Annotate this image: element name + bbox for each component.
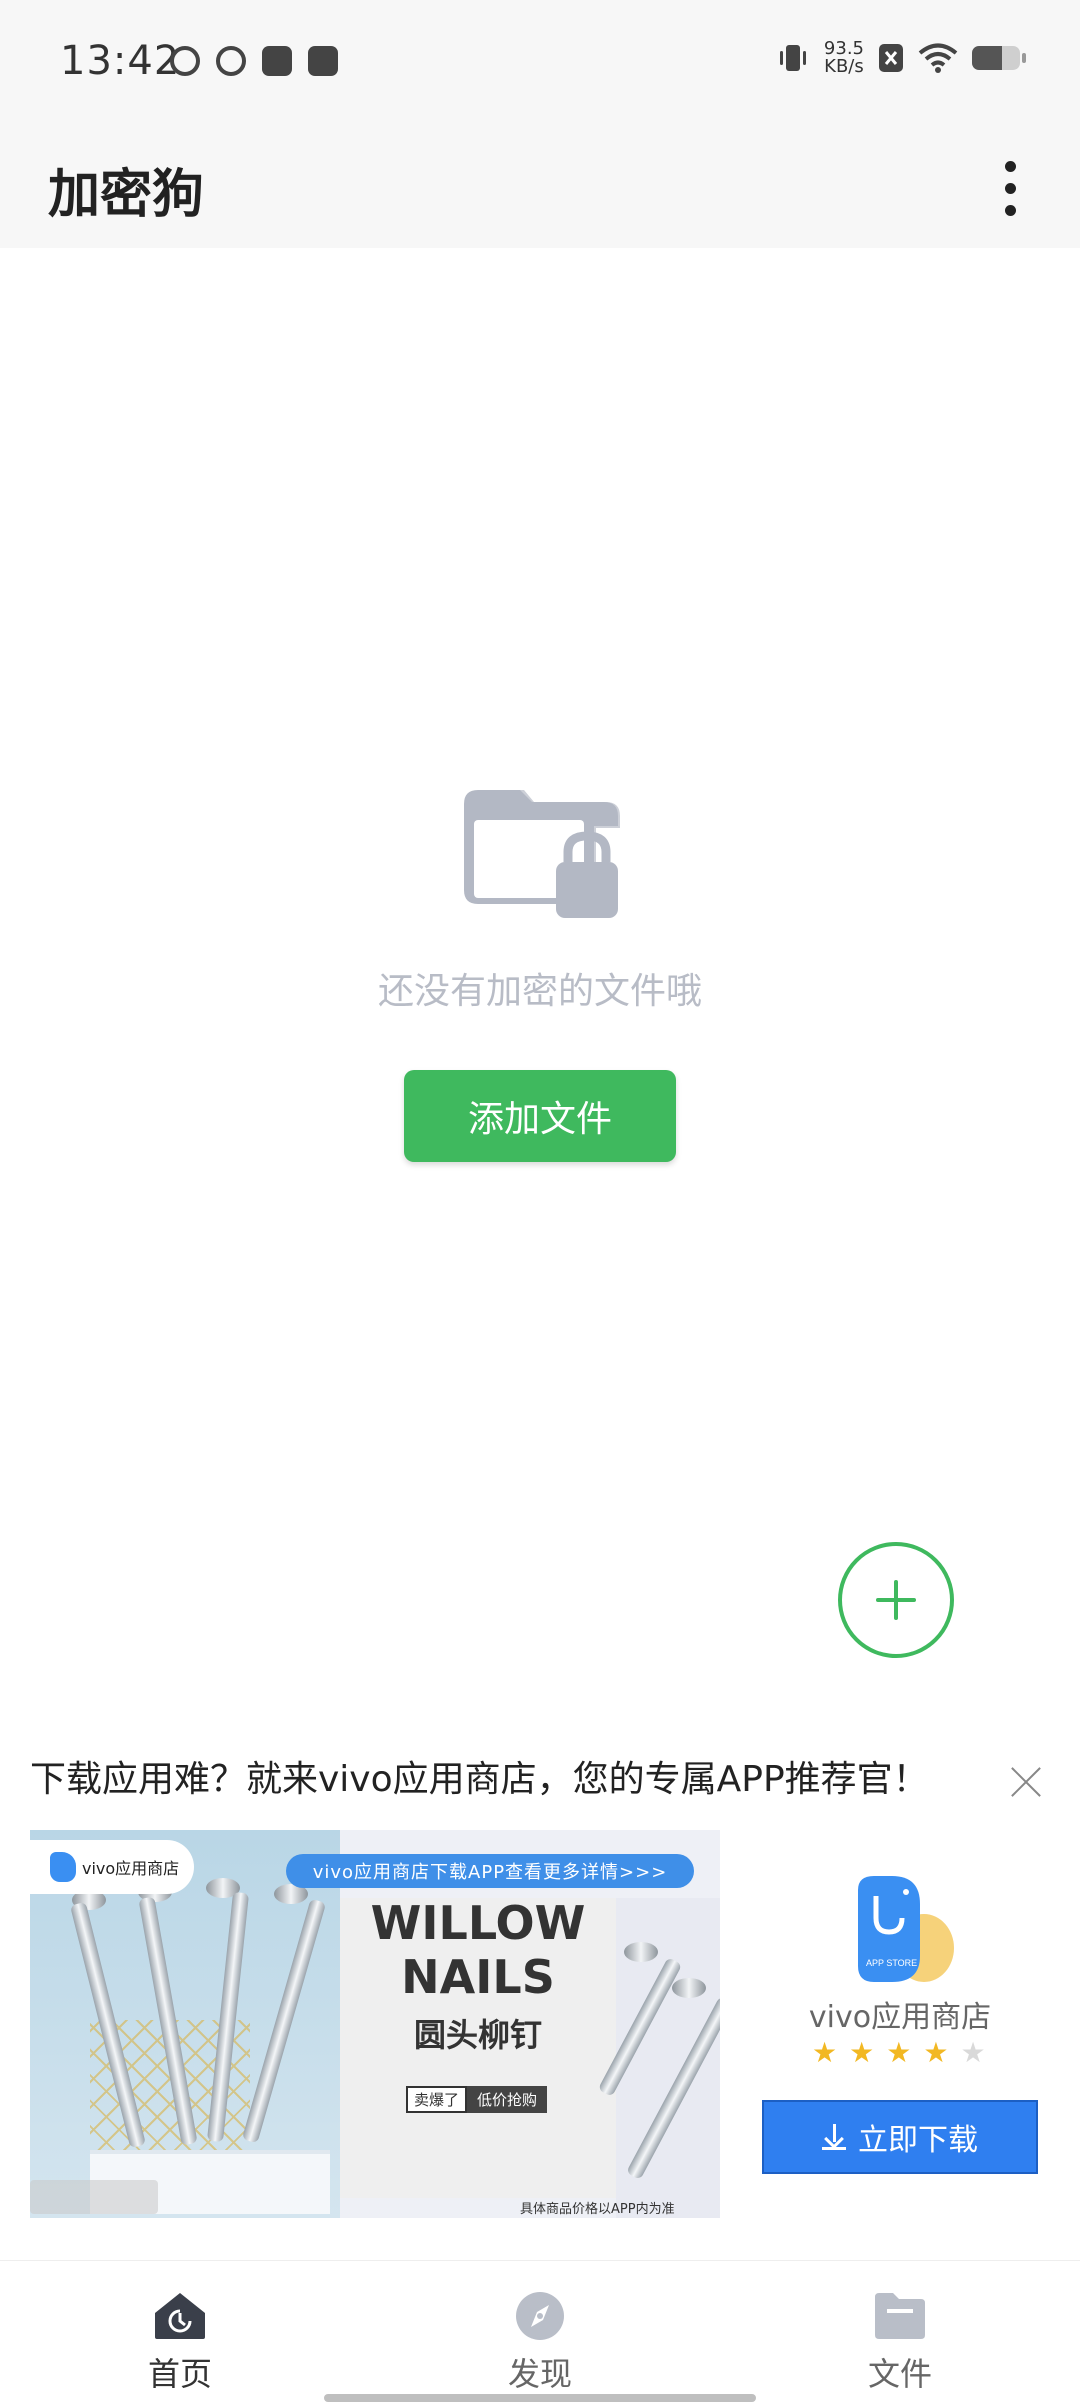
more-dot bbox=[1004, 204, 1016, 216]
more-vertical-icon[interactable] bbox=[980, 150, 1040, 226]
folder-icon bbox=[875, 2293, 925, 2339]
ad-title: 下载应用难？就来vivo应用商店，您的专属APP推荐官！ bbox=[30, 1759, 929, 1800]
network-speed: 93.5 KB/s bbox=[824, 40, 864, 76]
app-bar: 加密狗 bbox=[0, 128, 1080, 248]
app-icon-caption: APP STORE bbox=[866, 1958, 917, 1968]
star-icon: ★ bbox=[812, 2036, 838, 2069]
notification-icons bbox=[170, 46, 338, 76]
banner-right-panel bbox=[597, 1898, 720, 2218]
star-icon: ★ bbox=[849, 2036, 875, 2069]
banner-promo-pill: vivo应用商店下载APP查看更多详情>>> bbox=[286, 1854, 694, 1888]
star-icon: ★ bbox=[923, 2036, 949, 2069]
no-sim-icon bbox=[879, 44, 903, 72]
nav-item-files[interactable]: 文件 bbox=[810, 2291, 990, 2395]
notification-cat-icon bbox=[216, 46, 246, 76]
notification-mail-icon bbox=[262, 46, 292, 76]
notification-box-icon bbox=[308, 46, 338, 76]
banner-disclaimer: 具体商品价格以APP内为准 bbox=[520, 2202, 675, 2217]
status-bar: 13:42 93.5 KB/s bbox=[0, 0, 1080, 128]
battery-icon bbox=[972, 46, 1026, 70]
close-icon[interactable] bbox=[1006, 1762, 1046, 1802]
banner-subtitle: 圆头柳钉 bbox=[413, 2016, 542, 2054]
rivet-nail-head bbox=[672, 1978, 706, 1998]
nav-item-discover[interactable]: 发现 bbox=[450, 2291, 630, 2395]
more-dot bbox=[1004, 182, 1016, 194]
wifi-icon bbox=[918, 43, 958, 73]
star-empty-icon: ★ bbox=[960, 2036, 986, 2069]
nav-label-discover: 发现 bbox=[507, 2355, 572, 2393]
banner-tag-price: 低价抢购 bbox=[467, 2086, 548, 2113]
app-title: 加密狗 bbox=[48, 165, 205, 225]
bottom-nav: 首页 发现 文件 bbox=[0, 2260, 1080, 2408]
ad-marker-badge bbox=[30, 2180, 158, 2214]
home-indicator[interactable] bbox=[324, 2394, 756, 2402]
banner-tag-hot: 卖爆了 bbox=[406, 2086, 468, 2113]
banner-headline-line1: WILLOW bbox=[370, 1896, 586, 1950]
ad-banner-image[interactable]: vivo应用商店 vivo应用商店下载APP查看更多详情>>> WILLOW N… bbox=[30, 1830, 720, 2218]
banner-headline-line2: NAILS bbox=[401, 1950, 555, 2004]
nav-label-files: 文件 bbox=[867, 2355, 932, 2393]
vivo-store-logo-icon bbox=[50, 1852, 76, 1882]
download-button-label: 立即下载 bbox=[858, 2123, 978, 2158]
app-screen: 13:42 93.5 KB/s 加密狗 还没有加密的文件哦 添加文件 下载应用难… bbox=[0, 0, 1080, 2408]
add-fab-button[interactable] bbox=[838, 1542, 954, 1658]
vibrate-icon bbox=[779, 45, 806, 71]
app-card-name: vivo应用商店 bbox=[808, 2000, 992, 2035]
star-icon: ★ bbox=[886, 2036, 912, 2069]
banner-logo-text: vivo应用商店 bbox=[82, 1859, 180, 1878]
system-icons: 93.5 KB/s bbox=[776, 40, 1026, 76]
notification-app-icon bbox=[170, 46, 200, 76]
home-icon bbox=[155, 2293, 205, 2339]
compass-icon bbox=[516, 2292, 564, 2340]
rivet-nail-head bbox=[624, 1942, 658, 1962]
banner-store-badge: vivo应用商店 bbox=[30, 1840, 194, 1894]
status-time: 13:42 bbox=[60, 38, 181, 84]
vivo-app-store-icon[interactable]: APP STORE bbox=[844, 1874, 956, 1986]
download-icon bbox=[822, 2124, 846, 2150]
rating-stars: ★ ★ ★ ★ ★ bbox=[812, 2038, 986, 2068]
folder-lock-icon bbox=[464, 790, 620, 918]
download-button[interactable]: 立即下载 bbox=[762, 2100, 1038, 2174]
empty-state-message: 还没有加密的文件哦 bbox=[377, 971, 702, 1012]
add-file-button[interactable]: 添加文件 bbox=[404, 1070, 676, 1162]
more-dot bbox=[1004, 160, 1016, 172]
nav-label-home: 首页 bbox=[147, 2355, 212, 2393]
nav-item-home[interactable]: 首页 bbox=[90, 2291, 270, 2395]
banner-headline: WILLOW NAILS bbox=[340, 1896, 616, 2004]
network-speed-unit: KB/s bbox=[824, 56, 864, 77]
banner-tags: 卖爆了 低价抢购 bbox=[406, 2086, 548, 2113]
